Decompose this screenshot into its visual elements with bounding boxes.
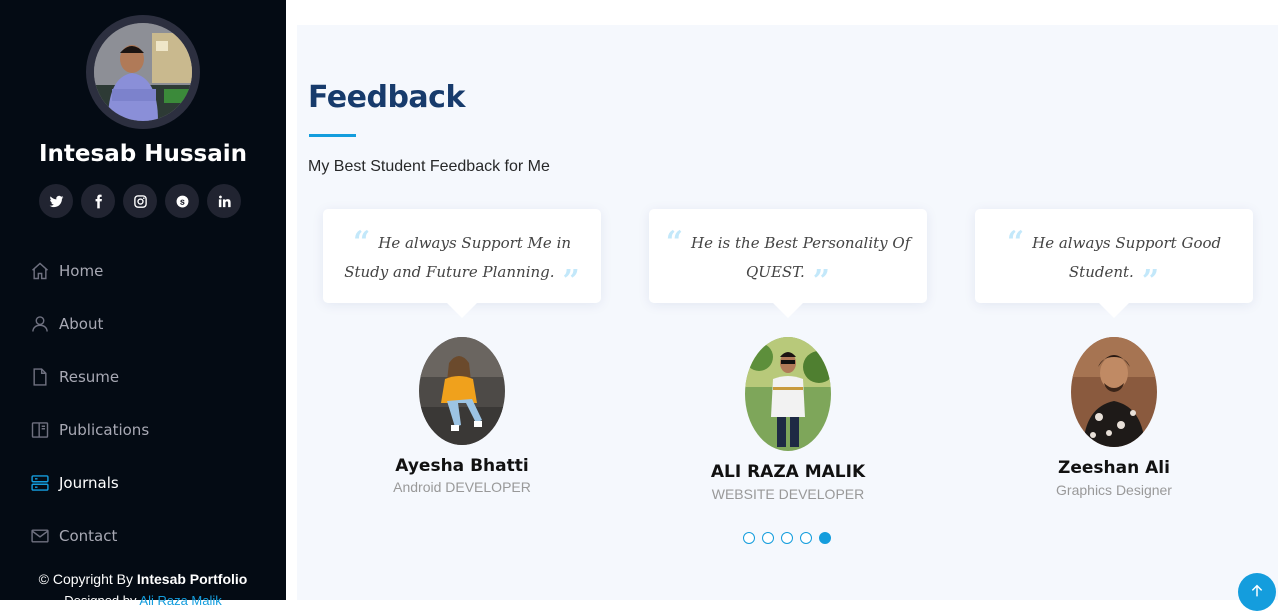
arrow-up-icon	[1251, 584, 1263, 597]
user-icon	[32, 315, 48, 332]
section-title: Feedback	[308, 80, 465, 115]
testimonial-role: Graphics Designer	[1056, 482, 1172, 498]
back-to-top-button[interactable]	[1238, 573, 1276, 611]
testimonial-quote: He always Support Good Student.	[1032, 234, 1222, 281]
nav-item-label: Journals	[59, 473, 119, 492]
testimonial-bubble: “He always Support Good Student.”	[975, 209, 1253, 318]
nav-item-resume[interactable]: Resume	[0, 350, 286, 403]
skype-link[interactable]	[165, 184, 199, 218]
testimonial-photo	[419, 337, 505, 445]
testimonial-card: “He always Support Good Student.” Zeesha…	[975, 209, 1253, 498]
designed-prefix: Designed by	[64, 593, 140, 608]
twitter-icon	[49, 195, 63, 207]
testimonial-quote: He always Support Me in Study and Future…	[344, 234, 572, 281]
nav-item-label: Home	[59, 261, 104, 280]
testimonial-name: Ayesha Bhatti	[395, 456, 529, 476]
twitter-link[interactable]	[39, 184, 73, 218]
pagination-dot-active[interactable]	[819, 532, 831, 544]
testimonial-photo	[1071, 337, 1157, 447]
nav-item-journals[interactable]: Journals	[0, 456, 286, 509]
quote-right-icon: ”	[562, 264, 580, 299]
sidebar-nav: Home About Resume Publications Journals …	[0, 244, 286, 562]
pagination-dot[interactable]	[743, 532, 755, 544]
profile-avatar	[86, 15, 200, 129]
nav-item-contact[interactable]: Contact	[0, 509, 286, 562]
quote-left-icon: “	[352, 225, 371, 260]
testimonial-role: WEBSITE DEVELOPER	[711, 486, 865, 502]
skype-icon	[176, 195, 188, 207]
pagination-dot[interactable]	[781, 532, 793, 544]
testimonial-card: “He is the Best Personality Of QUEST.” A…	[649, 209, 927, 502]
feedback-section: Feedback My Best Student Feedback for Me…	[297, 25, 1278, 600]
carousel-pagination	[743, 532, 831, 544]
pagination-dot[interactable]	[800, 532, 812, 544]
nav-item-label: Publications	[59, 420, 150, 439]
designer-link[interactable]: Ali Raza Malik	[139, 593, 221, 608]
facebook-link[interactable]	[81, 184, 115, 218]
designed-by: Designed by Ali Raza Malik	[0, 593, 286, 608]
nav-item-publications[interactable]: Publications	[0, 403, 286, 456]
quote-left-icon: “	[665, 225, 684, 260]
linkedin-link[interactable]	[207, 184, 241, 218]
nav-item-label: About	[59, 314, 104, 333]
title-underline	[309, 134, 356, 137]
nav-item-about[interactable]: About	[0, 297, 286, 350]
social-links	[39, 184, 241, 218]
nav-item-label: Contact	[59, 526, 118, 545]
quote-right-icon: ”	[812, 264, 830, 299]
envelope-icon	[31, 528, 49, 543]
sidebar: Intesab Hussain Home About Resume Public…	[0, 0, 286, 608]
testimonial-photo	[745, 337, 831, 451]
linkedin-icon	[218, 195, 231, 207]
owner-name: Intesab Hussain	[39, 141, 247, 167]
pagination-dot[interactable]	[762, 532, 774, 544]
copyright: © Copyright By Intesab Portfolio	[0, 571, 286, 587]
quote-right-icon: ”	[1141, 264, 1160, 299]
server-icon	[31, 474, 49, 491]
testimonial-bubble: “He is the Best Personality Of QUEST.”	[649, 209, 927, 318]
testimonial-bubble: “He always Support Me in Study and Futur…	[323, 209, 601, 318]
instagram-link[interactable]	[123, 184, 157, 218]
nav-item-label: Resume	[59, 367, 120, 386]
testimonial-role: Android DEVELOPER	[393, 479, 531, 495]
book-icon	[31, 421, 49, 438]
home-icon	[32, 262, 48, 279]
instagram-icon	[133, 194, 147, 208]
testimonial-name: ALI RAZA MALIK	[710, 462, 866, 482]
testimonial-quote: He is the Best Personality Of QUEST.	[691, 234, 911, 281]
file-icon	[33, 367, 47, 386]
section-subtitle: My Best Student Feedback for Me	[308, 158, 550, 175]
copyright-prefix: © Copyright By	[38, 571, 137, 587]
nav-item-home[interactable]: Home	[0, 244, 286, 297]
testimonial-card: “He always Support Me in Study and Futur…	[323, 209, 601, 495]
testimonial-name: Zeeshan Ali	[1058, 458, 1170, 478]
copyright-brand: Intesab Portfolio	[136, 571, 248, 587]
quote-left-icon: “	[1006, 225, 1025, 260]
facebook-icon	[95, 194, 102, 208]
